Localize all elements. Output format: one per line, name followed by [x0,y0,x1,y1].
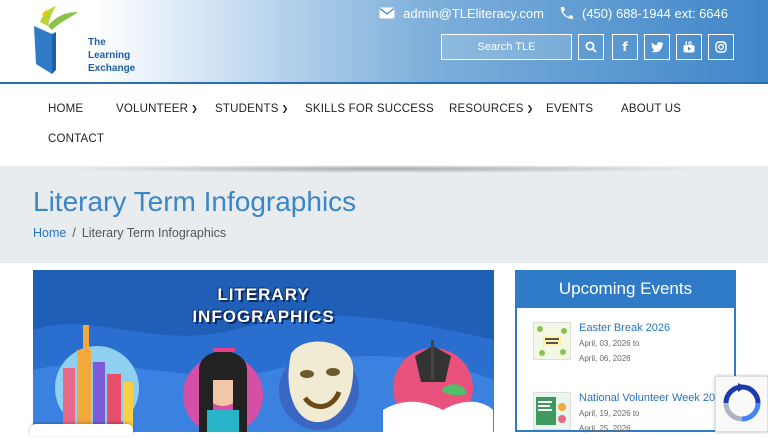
nav-label: HOME [48,103,84,115]
logo-text: The Learning Exchange [88,36,135,75]
contact-bar: admin@TLEliteracy.com (450) 688-1944 ext… [379,4,728,22]
nav-item-resources[interactable]: RESOURCES ❯ [449,103,534,115]
event-thumbnail [533,322,571,360]
event-item[interactable]: Easter Break 2026 April, 03, 2026 to Apr… [533,322,733,372]
event-item[interactable]: National Volunteer Week 2026 April, 19, … [533,392,733,442]
logo-line-1: The [88,37,106,48]
facebook-icon: f [622,40,628,54]
search-input[interactable] [441,34,572,60]
recaptcha-badge[interactable] [715,376,768,432]
book-logo-icon [34,6,78,74]
chat-widget[interactable] [30,424,133,436]
chevron-down-icon: ❯ [191,104,198,113]
logo-line-3: Exchange [88,63,136,74]
upcoming-events-heading: Upcoming Events [517,270,734,308]
nav-item-events[interactable]: EVENTS [546,103,593,115]
nav-label: ABOUT US [621,103,682,115]
contact-email[interactable]: admin@TLEliteracy.com [403,6,544,21]
nav-label: CONTACT [48,133,105,145]
event-date-to: April, 06, 2026 [579,354,631,363]
site-header: The Learning Exchange admin@TLEliteracy.… [0,0,768,84]
site-logo[interactable]: The Learning Exchange [30,4,135,78]
logo-line-2: Learning [88,50,131,61]
nav-label: EVENTS [546,103,594,115]
breadcrumb-home-link[interactable]: Home [33,226,66,240]
nav-item-about-us[interactable]: ABOUT US [621,103,681,115]
breadcrumb-separator: / [72,226,76,240]
facebook-button[interactable]: f [612,34,638,60]
event-title[interactable]: Easter Break 2026 [579,322,670,334]
featured-title-line-2: INFOGRAPHICS [192,307,335,326]
nav-item-home[interactable]: HOME [48,103,83,115]
twitter-icon [650,41,663,52]
contact-phone[interactable]: (450) 688-1944 ext: 6646 [582,6,728,21]
search-social-row: f [441,34,734,60]
recaptcha-icon [723,383,761,422]
chevron-down-icon: ❯ [526,104,534,113]
upcoming-events-widget: Upcoming Events Easter Break 2026 April,… [515,270,736,433]
instagram-icon [715,41,727,53]
featured-title-line-1: LITERARY [217,285,310,304]
main-nav: HOME VOLUNTEER ❯ STUDENTS ❯ SKILLS FOR SUC… [0,86,768,166]
featured-title: LITERARY INFOGRAPHICS [33,284,494,328]
breadcrumb-current: Literary Term Infographics [81,226,227,240]
instagram-button[interactable] [708,34,734,60]
page-title: Literary Term Infographics [33,186,357,217]
twitter-button[interactable] [644,34,670,60]
nav-item-volunteer[interactable]: VOLUNTEER ❯ [116,103,198,115]
nav-label: SKILLS FOR SUCCESS [305,103,434,115]
nav-item-students[interactable]: STUDENTS ❯ [215,103,288,115]
event-date-from: April, 19, 2026 to [579,409,640,418]
nav-label: STUDENTS [215,103,279,115]
nav-shadow-divider [60,165,710,173]
nav-label: VOLUNTEER [116,103,189,115]
event-thumbnail [533,392,571,430]
nav-item-contact[interactable]: CONTACT [48,133,104,145]
youtube-button[interactable] [676,34,702,60]
breadcrumb: Home / Literary Term Infographics [33,226,226,240]
chevron-down-icon: ❯ [281,104,289,113]
featured-image: LITERARY INFOGRAPHICS [33,270,494,432]
search-button[interactable] [578,34,604,60]
event-date-from: April, 03, 2026 to [579,339,640,348]
event-title[interactable]: National Volunteer Week 2026 [579,392,727,404]
envelope-icon [379,7,395,19]
nav-item-skills-for-success[interactable]: SKILLS FOR SUCCESS [305,103,434,115]
phone-icon [560,7,573,19]
nav-label: RESOURCES [449,103,524,115]
volunteer-week-image-icon [534,393,570,429]
easter-image-icon [534,323,570,359]
search-icon [585,41,597,53]
youtube-icon [683,41,695,53]
